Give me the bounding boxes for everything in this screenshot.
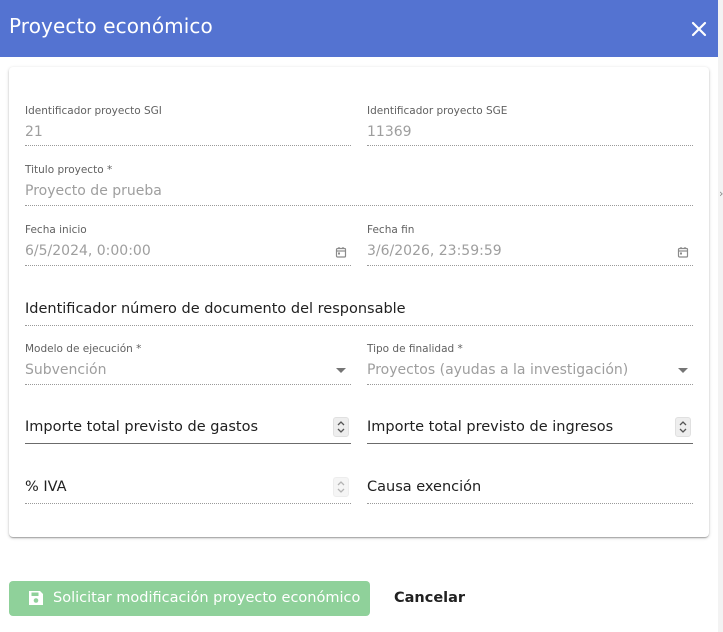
- field-label: Identificador proyecto SGI: [25, 105, 162, 117]
- field-titulo-proyecto[interactable]: Titulo proyecto * Proyecto de prueba: [25, 164, 693, 206]
- field-label: Tipo de finalidad *: [367, 343, 463, 355]
- field-underline: [25, 265, 351, 266]
- field-value: 6/5/2024, 0:00:00: [25, 243, 151, 259]
- number-spinner-icon[interactable]: [333, 417, 349, 437]
- background-scroll-mark: ›: [719, 187, 723, 200]
- cancel-button-label: Cancelar: [394, 590, 466, 606]
- cancel-button[interactable]: Cancelar: [380, 581, 476, 616]
- field-fecha-fin[interactable]: Fecha fin 3/6/2026, 23:59:59: [367, 224, 693, 266]
- field-value: 21: [25, 124, 43, 140]
- field-underline: [367, 145, 693, 146]
- close-icon: [691, 21, 707, 37]
- field-doc-responsable[interactable]: Identificador número de documento del re…: [25, 291, 693, 331]
- field-label: Identificador proyecto SGE: [367, 105, 508, 117]
- field-underline: [25, 384, 351, 385]
- chevron-down-icon: [678, 368, 688, 373]
- dialog-header: Proyecto económico: [0, 0, 718, 57]
- field-label: Fecha inicio: [25, 224, 87, 236]
- field-id-sge[interactable]: Identificador proyecto SGE 11369: [367, 105, 693, 146]
- select-modelo-ejecucion[interactable]: Modelo de ejecución * Subvención: [25, 343, 351, 385]
- field-label: Modelo de ejecución *: [25, 343, 142, 355]
- form-card: Identificador proyecto SGI 21 Identifica…: [9, 67, 709, 537]
- field-value: Proyecto de prueba: [25, 183, 162, 199]
- field-value: Subvención: [25, 362, 107, 378]
- close-button[interactable]: [686, 16, 712, 42]
- field-value: Proyectos (ayudas a la investigación): [367, 362, 629, 378]
- calendar-icon[interactable]: [677, 246, 689, 258]
- number-spinner-icon: [333, 477, 349, 497]
- field-placeholder: % IVA: [25, 479, 67, 495]
- field-underline: [25, 443, 351, 444]
- field-underline: [367, 443, 693, 444]
- field-underline: [25, 503, 351, 504]
- background-page-edge: [718, 0, 723, 632]
- input-importe-gastos[interactable]: Importe total previsto de gastos: [25, 409, 351, 449]
- calendar-icon[interactable]: [335, 246, 347, 258]
- field-underline: [367, 265, 693, 266]
- number-spinner-icon[interactable]: [675, 417, 691, 437]
- field-underline: [25, 325, 693, 326]
- field-underline: [25, 145, 351, 146]
- input-causa-exencion[interactable]: Causa exención: [367, 469, 693, 509]
- field-placeholder: Causa exención: [367, 479, 482, 495]
- field-placeholder: Identificador número de documento del re…: [25, 301, 406, 317]
- field-value: 11369: [367, 124, 412, 140]
- field-label: Titulo proyecto *: [25, 164, 113, 176]
- submit-modification-button[interactable]: Solicitar modificación proyecto económic…: [9, 581, 370, 616]
- field-underline: [25, 205, 693, 206]
- select-tipo-finalidad[interactable]: Tipo de finalidad * Proyectos (ayudas a …: [367, 343, 693, 385]
- field-placeholder: Importe total previsto de ingresos: [367, 419, 614, 435]
- field-value: 3/6/2026, 23:59:59: [367, 243, 502, 259]
- chevron-down-icon: [336, 368, 346, 373]
- save-icon: [29, 591, 43, 605]
- field-placeholder: Importe total previsto de gastos: [25, 419, 259, 435]
- submit-button-label: Solicitar modificación proyecto económic…: [53, 590, 361, 606]
- input-importe-ingresos[interactable]: Importe total previsto de ingresos: [367, 409, 693, 449]
- input-iva[interactable]: % IVA: [25, 469, 351, 509]
- dialog-title: Proyecto económico: [9, 14, 213, 38]
- field-fecha-inicio[interactable]: Fecha inicio 6/5/2024, 0:00:00: [25, 224, 351, 266]
- field-underline: [367, 384, 693, 385]
- field-id-sgi[interactable]: Identificador proyecto SGI 21: [25, 105, 351, 146]
- field-underline: [367, 503, 693, 504]
- field-label: Fecha fin: [367, 224, 415, 236]
